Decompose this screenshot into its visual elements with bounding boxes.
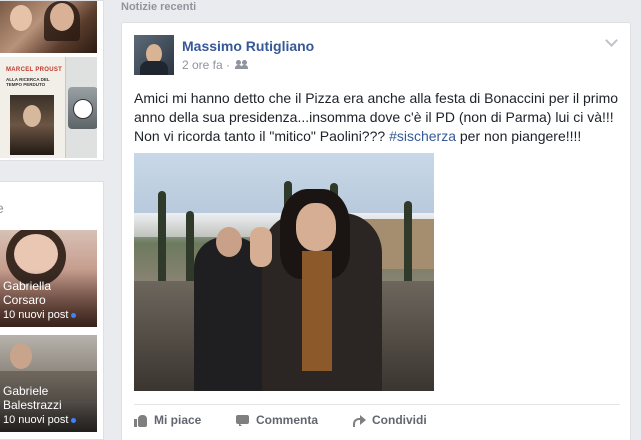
clock-dial	[73, 99, 93, 119]
friend-photo-thumbnail[interactable]	[0, 1, 97, 53]
unread-dot-icon	[71, 312, 77, 318]
friend-new-posts: 10 nuovi post	[3, 309, 77, 321]
photo-detail	[10, 5, 32, 31]
like-label: Mi piace	[154, 413, 202, 427]
book-author: MARCEL PROUST	[6, 67, 63, 73]
friend-tile[interactable]: Gabriella Corsaro 10 nuovi post	[0, 230, 97, 327]
new-posts-count: 10 nuovi post	[3, 309, 69, 321]
avatar-face	[10, 343, 32, 369]
friend-tile[interactable]: Gabriele Balestrazzi 10 nuovi post	[0, 335, 97, 432]
avatar-body	[140, 61, 168, 75]
new-posts-count: 10 nuovi post	[3, 414, 69, 426]
chevron-down-icon[interactable]	[604, 35, 618, 49]
book-cover-thumbnail[interactable]: MARCEL PROUST ALLA RICERCA DEL TEMPO PER…	[0, 57, 97, 158]
portrait-face	[23, 105, 41, 127]
unread-dot-icon	[71, 417, 77, 423]
feed-section-title: Notizie recenti	[121, 1, 197, 13]
photo-detail	[250, 227, 272, 267]
post-text: Amici mi hanno detto che il Pizza era an…	[134, 89, 624, 146]
avatar-face	[14, 234, 58, 274]
share-icon	[352, 414, 366, 427]
comment-icon	[236, 414, 250, 427]
post-photo[interactable]	[134, 153, 434, 391]
book-cover: MARCEL PROUST ALLA RICERCA DEL TEMPO PER…	[0, 57, 66, 158]
comment-label: Commenta	[256, 413, 319, 427]
post-author-link[interactable]: Massimo Rutigliano	[182, 38, 314, 54]
hashtag-link[interactable]: #sischerza	[389, 128, 456, 144]
feed-post: Massimo Rutigliano 2 ore fa · Amici mi h…	[121, 22, 631, 440]
book-title: ALLA RICERCA DEL TEMPO PERDUTO	[6, 77, 50, 87]
thumbs-up-icon	[134, 414, 148, 427]
share-label: Condividi	[372, 413, 427, 427]
friend-new-posts: 10 nuovi post	[3, 414, 77, 426]
post-timestamp-link[interactable]: 2 ore fa	[182, 58, 223, 72]
photo-person	[262, 189, 382, 391]
post-actions-bar: Mi piace Commenta Condividi	[134, 404, 620, 440]
clock-icon	[68, 87, 97, 129]
photo-detail	[50, 3, 74, 31]
avatar[interactable]	[134, 35, 174, 75]
friend-name: Gabriella Corsaro	[3, 279, 52, 307]
book-portrait	[10, 95, 54, 155]
friends-section-label: e	[0, 200, 4, 216]
share-button[interactable]: Condividi	[352, 413, 427, 427]
friends-icon[interactable]	[235, 60, 248, 70]
friends-updates-card: e Gabriella Corsaro 10 nuovi post Gabrie…	[0, 181, 104, 440]
comment-button[interactable]: Commenta	[236, 413, 318, 427]
meta-separator: ·	[226, 58, 231, 72]
friend-name: Gabriele Balestrazzi	[3, 384, 62, 412]
photo-detail	[216, 227, 242, 257]
photo-detail	[302, 251, 332, 371]
like-button[interactable]: Mi piace	[134, 413, 201, 427]
left-photos-card: MARCEL PROUST ALLA RICERCA DEL TEMPO PER…	[0, 0, 104, 161]
post-meta: 2 ore fa ·	[182, 58, 248, 72]
post-text-tail: per non piangere!!!!	[455, 128, 582, 144]
photo-detail	[296, 203, 336, 251]
